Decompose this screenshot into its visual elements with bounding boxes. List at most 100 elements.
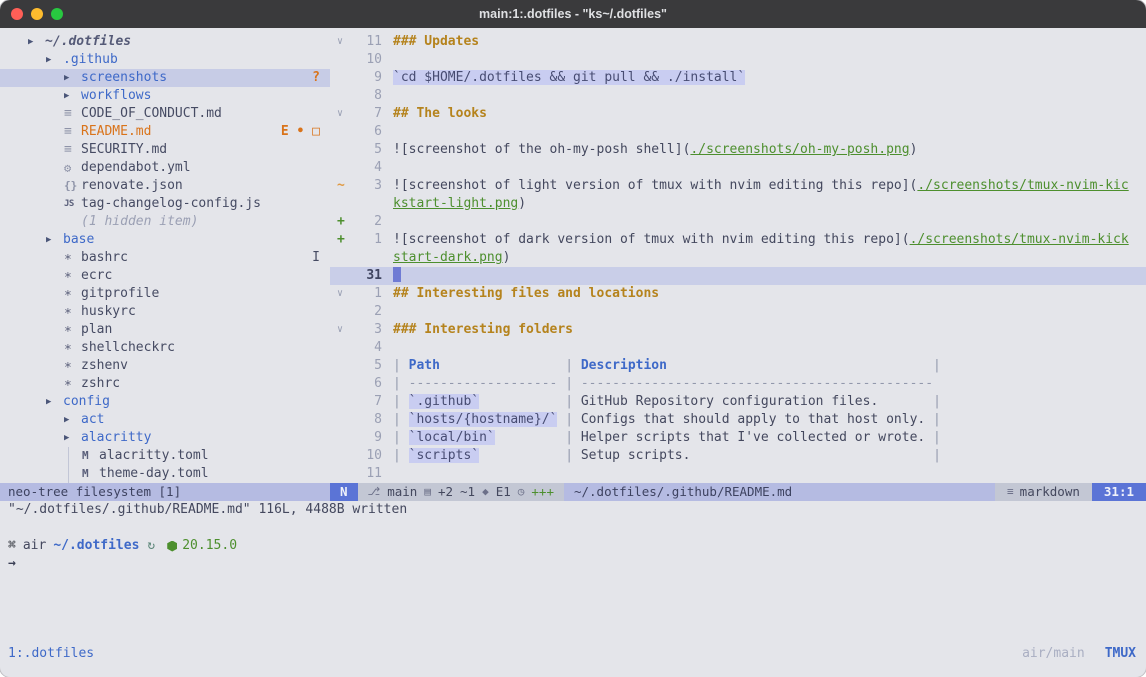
editor-line[interactable]: ∨11### Updates <box>330 33 1146 51</box>
editor-line[interactable]: 8 <box>330 87 1146 105</box>
tree-item-bashrc[interactable]: ∗bashrcI <box>0 249 330 267</box>
prompt-input-line[interactable]: → <box>0 555 1146 573</box>
javascript-file-icon: JS <box>64 195 81 213</box>
minimize-button[interactable] <box>31 8 43 20</box>
line-text: | ------------------- | ----------------… <box>393 375 1146 393</box>
fold-icon: ∨ <box>330 105 352 123</box>
zoom-button[interactable] <box>51 8 63 20</box>
editor-line[interactable]: 4 <box>330 159 1146 177</box>
editor-line[interactable]: +2 <box>330 213 1146 231</box>
hostname-label: air <box>23 537 46 555</box>
tree-item-dotfiles[interactable]: ▶~/.dotfiles <box>0 33 330 51</box>
git-branch-icon: ⎇ <box>368 483 381 501</box>
line-text <box>393 267 1146 285</box>
tmux-window-name[interactable]: 1:.dotfiles <box>8 645 94 663</box>
tree-item-label: renovate.json <box>81 177 183 195</box>
tree-item-shellcheckrc[interactable]: ∗shellcheckrc <box>0 339 330 357</box>
tree-item-label: plan <box>81 321 112 339</box>
tree-item-label: ~/.dotfiles <box>45 33 131 51</box>
folder-arrow-icon: ▶ <box>46 231 63 249</box>
text-segment: | <box>393 448 409 463</box>
tmux-session-name: air/main <box>1022 645 1085 663</box>
shell-area[interactable]: ⌘ air ~/.dotfiles ↻ 20.15.0 → <box>0 537 1146 573</box>
text-segment: ### Interesting folders <box>393 322 573 337</box>
editor-line[interactable]: ∨1## Interesting files and locations <box>330 285 1146 303</box>
editor-line[interactable]: 5| Path | Description | <box>330 357 1146 375</box>
fold-icon: ∨ <box>330 321 352 339</box>
tree-item-ecrc[interactable]: ∗ecrc <box>0 267 330 285</box>
tree-item-screenshots[interactable]: ▶screenshots? <box>0 69 330 87</box>
editor-line[interactable]: 9`cd $HOME/.dotfiles && git pull && ./in… <box>330 69 1146 87</box>
editor-line[interactable]: 10 <box>330 51 1146 69</box>
tree-item-label: ecrc <box>81 267 112 285</box>
tree-item-alacritty[interactable]: ▶alacritty <box>0 429 330 447</box>
tree-item-security-md[interactable]: ≡SECURITY.md <box>0 141 330 159</box>
editor-line[interactable]: ∨3### Interesting folders <box>330 321 1146 339</box>
editor-line[interactable]: +1![screenshot of dark version of tmux w… <box>330 231 1146 249</box>
neotree-panel[interactable]: ▶~/.dotfiles▶.github▶screenshots?▶workfl… <box>0 28 330 483</box>
tree-item-label: theme-day.toml <box>99 465 209 483</box>
yaml-file-icon: ⚙ <box>64 159 81 177</box>
editor-line[interactable]: 6| ------------------- | ---------------… <box>330 375 1146 393</box>
tree-item-zshenv[interactable]: ∗zshenv <box>0 357 330 375</box>
line-text <box>393 465 1146 483</box>
tree-item-label: shellcheckrc <box>81 339 175 357</box>
git-status-icon: ↻ <box>147 537 155 555</box>
titlebar[interactable]: main:1:.dotfiles - "ks~/.dotfiles" <box>0 0 1146 28</box>
tree-item-config[interactable]: ▶config <box>0 393 330 411</box>
tree-item-github[interactable]: ▶.github <box>0 51 330 69</box>
editor-line[interactable]: 2 <box>330 303 1146 321</box>
tree-item-dependabot-yml[interactable]: ⚙dependabot.yml <box>0 159 330 177</box>
line-text: ## The looks <box>393 105 1146 123</box>
line-text: | `local/bin` | Helper scripts that I've… <box>393 429 1146 447</box>
editor-line[interactable]: 4 <box>330 339 1146 357</box>
line-text <box>393 339 1146 357</box>
editor-line[interactable]: 5![screenshot of the oh-my-posh shell](.… <box>330 141 1146 159</box>
prompt-arrow: → <box>8 555 16 573</box>
line-text <box>393 303 1146 321</box>
tree-item-readme-md[interactable]: ≡README.mdE • □ <box>0 123 330 141</box>
tree-item-tag-changelog-config-js[interactable]: JStag-changelog-config.js <box>0 195 330 213</box>
tree-item-label: gitprofile <box>81 285 159 303</box>
editor-buffer[interactable]: ∨11### Updates109`cd $HOME/.dotfiles && … <box>330 28 1146 483</box>
editor-line[interactable]: 6 <box>330 123 1146 141</box>
tree-item-code-of-conduct-md[interactable]: ≡CODE_OF_CONDUCT.md <box>0 105 330 123</box>
editor-line[interactable]: 9| `local/bin` | Helper scripts that I'v… <box>330 429 1146 447</box>
line-text <box>393 123 1146 141</box>
tree-item-huskyrc[interactable]: ∗huskyrc <box>0 303 330 321</box>
text-segment: ## The looks <box>393 106 487 121</box>
tree-item-renovate-json[interactable]: {}renovate.json <box>0 177 330 195</box>
statusline-filepath: ~/.dotfiles/.github/README.md <box>564 483 995 501</box>
neotree-statusline: neo-tree filesystem [1] <box>0 483 330 501</box>
tree-item-plan[interactable]: ∗plan <box>0 321 330 339</box>
cursor-position: 31:1 <box>1092 483 1146 501</box>
text-segment: | <box>440 358 581 373</box>
sign-column <box>330 375 352 393</box>
tree-item-theme-day-toml[interactable]: Mtheme-day.toml <box>0 465 330 483</box>
sign-column <box>330 195 352 213</box>
cursor-block <box>393 267 401 282</box>
editor-line[interactable]: start-dark.png) <box>330 249 1146 267</box>
terminal-window: main:1:.dotfiles - "ks~/.dotfiles" ▶~/.d… <box>0 0 1146 677</box>
editor-line[interactable]: 31 <box>330 267 1146 285</box>
close-button[interactable] <box>11 8 23 20</box>
tree-item-label: CODE_OF_CONDUCT.md <box>81 105 222 123</box>
tree-item-zshrc[interactable]: ∗zshrc <box>0 375 330 393</box>
editor-line[interactable]: ~3![screenshot of light version of tmux … <box>330 177 1146 195</box>
editor-line[interactable]: 11 <box>330 465 1146 483</box>
line-number: 4 <box>352 159 382 177</box>
tree-item-alacritty-toml[interactable]: Malacritty.toml <box>0 447 330 465</box>
statusline: neo-tree filesystem [1] N ⎇ main ▤ +2 ~1… <box>0 483 1146 501</box>
editor-line[interactable]: 8| `hosts/{hostname}/` | Configs that sh… <box>330 411 1146 429</box>
tree-item-act[interactable]: ▶act <box>0 411 330 429</box>
tree-item-gitprofile[interactable]: ∗gitprofile <box>0 285 330 303</box>
tree-item-1-hidden-item[interactable]: (1 hidden item) <box>0 213 330 231</box>
text-segment: ) <box>910 142 918 157</box>
editor-line[interactable]: ∨7## The looks <box>330 105 1146 123</box>
tree-item-base[interactable]: ▶base <box>0 231 330 249</box>
tree-item-workflows[interactable]: ▶workflows <box>0 87 330 105</box>
editor-line[interactable]: kstart-light.png) <box>330 195 1146 213</box>
line-text: ![screenshot of the oh-my-posh shell](./… <box>393 141 1146 159</box>
editor-line[interactable]: 10| `scripts` | Setup scripts. | <box>330 447 1146 465</box>
editor-line[interactable]: 7| `.github` | GitHub Repository configu… <box>330 393 1146 411</box>
